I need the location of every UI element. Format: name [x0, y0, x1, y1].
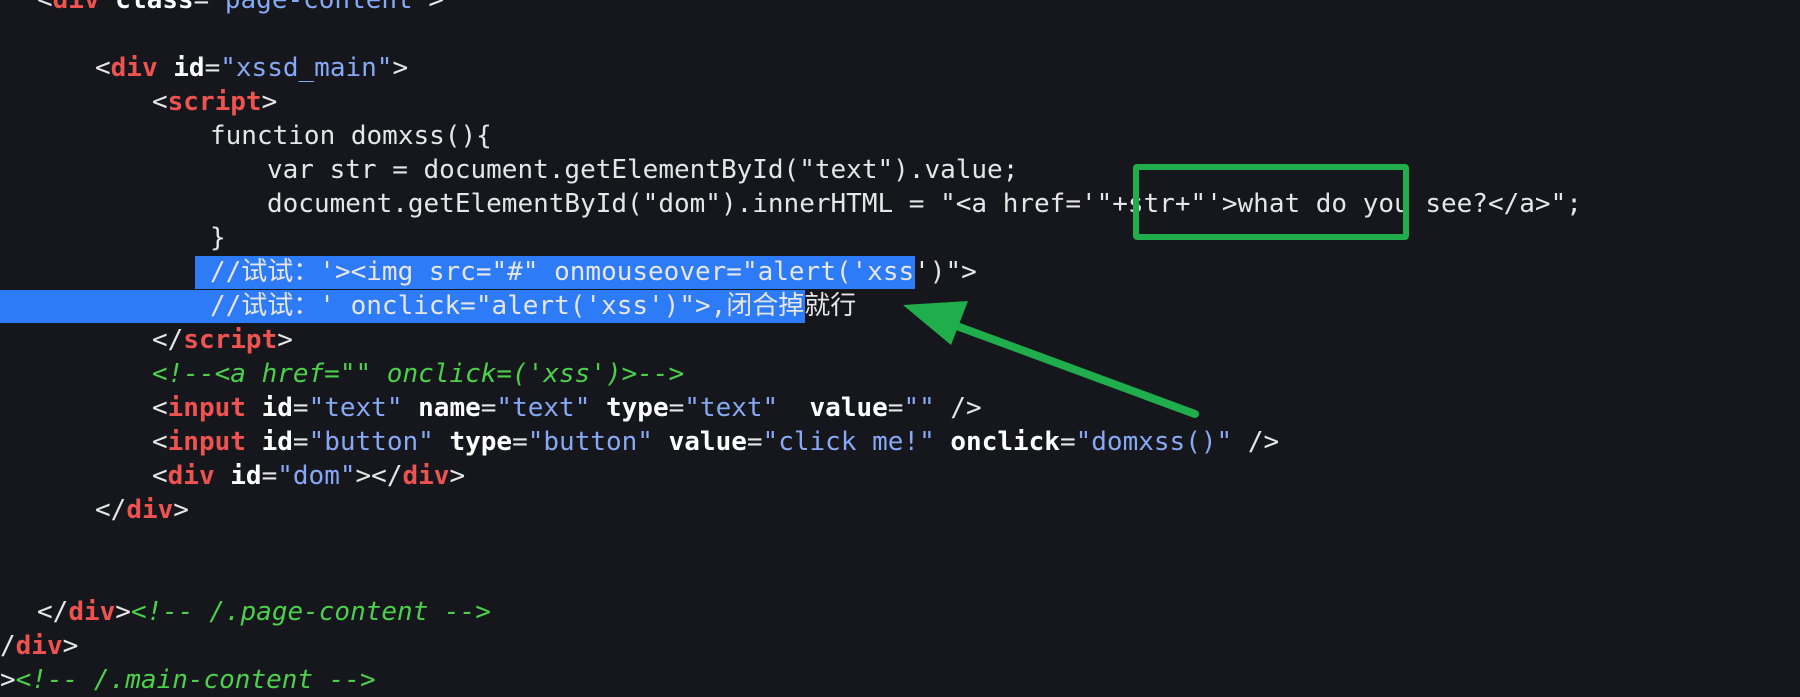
green-highlight-box	[1133, 164, 1409, 240]
code-token: "domxss()"	[1075, 427, 1233, 457]
code-token: </	[95, 495, 127, 525]
code-token: script	[167, 87, 262, 117]
code-editor[interactable]: <div class="page-content"> <div id="xssd_…	[0, 0, 1800, 695]
code-token: "dom"	[277, 461, 356, 491]
code-token: >	[261, 87, 278, 117]
code-token: "text"	[308, 393, 403, 423]
code-line: //试试：' onclick="alert('xss')">,闭合掉就行	[210, 289, 856, 323]
code-token: div	[126, 495, 174, 525]
code-token: =	[746, 427, 763, 457]
code-token: /	[0, 631, 16, 661]
code-token: =	[512, 427, 528, 457]
code-token: =	[292, 427, 309, 457]
code-token: div	[68, 597, 116, 627]
code-token: input	[167, 393, 246, 423]
code-token: />	[1232, 427, 1280, 457]
code-token: <	[152, 393, 168, 423]
code-token: =	[480, 393, 497, 423]
code-token: >	[115, 597, 131, 627]
code-token: =	[887, 393, 904, 423]
code-token: div	[15, 631, 63, 661]
code-token: }	[210, 223, 226, 253]
code-token: =	[292, 393, 309, 423]
code-token: id	[245, 393, 293, 423]
code-line: <div id="xssd_main">	[95, 51, 408, 85]
code-token: id	[245, 427, 293, 457]
code-token: "page-content"	[209, 0, 429, 15]
code-token: =	[261, 461, 278, 491]
code-token: type	[590, 393, 669, 423]
code-line: </script>	[152, 323, 293, 357]
code-token: //试试：'><img src="#" onmouseover="alert('…	[210, 257, 977, 287]
code-token: div	[52, 0, 100, 15]
code-token: value	[652, 427, 747, 457]
code-token: "text"	[496, 393, 591, 423]
code-token: <	[37, 0, 53, 15]
code-token: input	[167, 427, 246, 457]
code-token: <	[152, 87, 168, 117]
code-token: onclick	[934, 427, 1060, 457]
code-token: "xssd_main"	[220, 53, 393, 83]
code-token: =	[193, 0, 210, 15]
code-token: =	[1059, 427, 1076, 457]
code-token: name	[402, 393, 481, 423]
code-token: <	[95, 53, 111, 83]
code-line: </div>	[95, 493, 189, 527]
code-token: <!-- /.main-content -->	[15, 665, 376, 695]
code-token: value	[778, 393, 888, 423]
code-line: <!--<a href="" onclick=('xss')>-->	[152, 357, 684, 391]
code-token: >	[62, 631, 79, 661]
code-token: "click me!"	[762, 427, 935, 457]
code-line: var str = document.getElementById("text"…	[267, 153, 1018, 187]
code-token: >	[428, 0, 445, 15]
code-token: <	[152, 427, 168, 457]
code-token: >	[0, 665, 16, 695]
code-line: /div>	[0, 629, 78, 663]
code-line: <div id="dom"></div>	[152, 459, 465, 493]
code-token: >	[277, 325, 293, 355]
code-token: >	[392, 53, 409, 83]
code-token: function domxss(){	[210, 121, 492, 151]
code-token: id	[157, 53, 205, 83]
code-line: <div class="page-content">	[37, 0, 444, 17]
code-line: }	[210, 221, 226, 255]
code-line: function domxss(){	[210, 119, 492, 153]
code-token: =	[204, 53, 221, 83]
code-token: div	[402, 461, 450, 491]
code-token: "button"	[308, 427, 434, 457]
code-line: //试试：'><img src="#" onmouseover="alert('…	[210, 255, 977, 289]
code-token: />	[934, 393, 982, 423]
code-token: =	[668, 393, 685, 423]
code-token: id	[214, 461, 262, 491]
code-line: <script>	[152, 85, 277, 119]
code-line: <input id="text" name="text" type="text"…	[152, 391, 982, 425]
code-token: <	[152, 461, 168, 491]
code-token: type	[433, 427, 513, 457]
code-token: ""	[903, 393, 935, 423]
code-token: div	[167, 461, 215, 491]
code-token: </	[37, 597, 69, 627]
code-line: <input id="button" type="button" value="…	[152, 425, 1279, 459]
code-token: >	[449, 461, 466, 491]
code-token: </	[152, 325, 184, 355]
code-line: ><!-- /.main-content -->	[0, 663, 376, 697]
code-token: //试试：' onclick="alert('xss')">,闭合掉就行	[210, 291, 857, 321]
code-token: <!-- /.page-content -->	[130, 597, 491, 627]
code-token: div	[110, 53, 158, 83]
code-token: >	[173, 495, 189, 525]
code-line: </div><!-- /.page-content -->	[37, 595, 491, 629]
code-token: "button"	[527, 427, 653, 457]
code-token: var str = document.getElementById("text"…	[267, 155, 1019, 185]
code-token: "text"	[684, 393, 779, 423]
code-token: <!--<a href="" onclick=('xss')>-->	[152, 359, 685, 389]
code-token: class	[99, 0, 194, 15]
code-token: script	[183, 325, 278, 355]
code-token: ></	[355, 461, 403, 491]
